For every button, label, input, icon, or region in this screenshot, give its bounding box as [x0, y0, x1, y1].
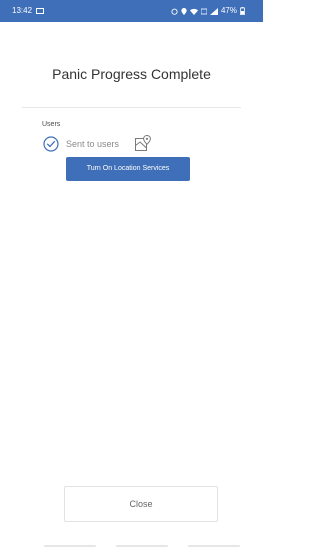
signal-icon: [209, 7, 218, 15]
nav-hint-left: [44, 545, 96, 547]
close-button[interactable]: Close: [64, 486, 218, 522]
map-location-icon[interactable]: [134, 134, 152, 152]
divider: [22, 107, 241, 108]
gallery-notification-icon: [36, 8, 45, 14]
status-left: 13:42: [12, 0, 45, 22]
status-right: 47%: [171, 0, 245, 22]
page-title: Panic Progress Complete: [52, 66, 211, 82]
status-time: 13:42: [12, 6, 33, 15]
check-circle-icon: [43, 136, 59, 152]
battery-icon: [240, 7, 245, 15]
users-section-label: Users: [42, 121, 61, 128]
alarm-icon: [171, 8, 178, 15]
nav-hint-right: [188, 545, 240, 547]
wifi-icon: [189, 8, 198, 15]
location-pin-icon: [181, 7, 187, 15]
sent-to-users-text: Sent to users: [66, 139, 120, 149]
nav-hint-center: [116, 545, 168, 547]
status-bar: 13:42 47%: [0, 0, 263, 22]
turn-on-location-button[interactable]: Turn On Location Services: [66, 157, 190, 181]
battery-percent: 47%: [220, 6, 237, 15]
volte-icon: [200, 8, 207, 14]
